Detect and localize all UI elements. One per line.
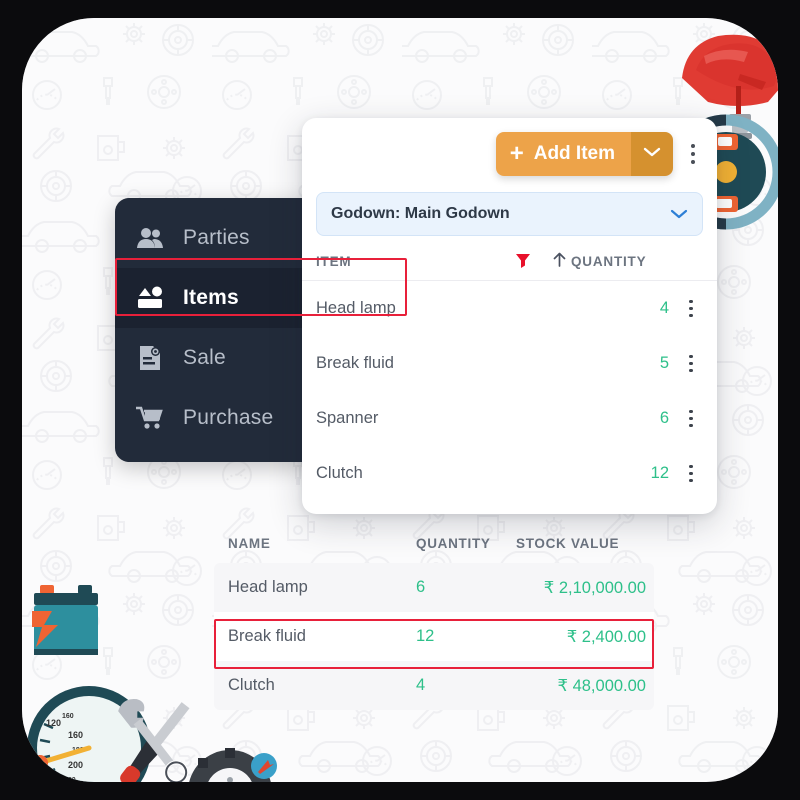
item-quantity: 6 xyxy=(659,409,669,427)
item-quantity: 5 xyxy=(659,354,669,372)
sidebar-item-label: Sale xyxy=(183,346,226,369)
item-quantity: 4 xyxy=(659,299,669,317)
item-name: Spanner xyxy=(316,409,379,427)
list-item[interactable]: Head lamp 4 xyxy=(302,281,717,336)
stock-cell-name: Clutch xyxy=(228,676,275,694)
godown-dropdown-value: Godown: Main Godown xyxy=(331,205,510,222)
stock-table-body: Head lamp 6 ₹ 2,10,000.00 Break fluid 12… xyxy=(214,563,654,710)
stock-header-name: NAME xyxy=(228,535,271,551)
arrow-up-icon xyxy=(553,252,566,270)
stock-cell-value: ₹ 2,10,000.00 xyxy=(543,578,646,597)
stock-cell-value: ₹ 48,000.00 xyxy=(557,676,647,695)
stock-table-header-row: NAME QUANTITY STOCK VALUE xyxy=(214,523,654,563)
stock-cell-value: ₹ 2,400.00 xyxy=(566,627,646,646)
table-row[interactable]: Break fluid 12 ₹ 2,400.00 xyxy=(214,612,654,661)
sidebar-item-label: Parties xyxy=(183,226,250,249)
stock-cell-quantity: 12 xyxy=(416,627,435,645)
stock-cell-quantity: 6 xyxy=(416,578,426,596)
row-overflow-menu-button[interactable] xyxy=(677,299,705,318)
add-item-button-main[interactable]: + Add Item xyxy=(495,132,631,176)
items-header-quantity-label: QUANTITY xyxy=(571,253,647,269)
stock-cell-quantity: 4 xyxy=(416,676,426,694)
items-box-icon xyxy=(135,283,165,313)
row-overflow-menu-button[interactable] xyxy=(677,409,705,428)
chevron-down-icon xyxy=(643,145,661,163)
list-item[interactable]: Break fluid 5 xyxy=(302,336,717,391)
list-item[interactable]: Clutch 12 xyxy=(302,446,717,501)
sidebar-item-label: Purchase xyxy=(183,406,274,429)
chevron-down-icon xyxy=(670,208,688,220)
invoice-icon xyxy=(135,343,165,373)
table-row[interactable]: Clutch 4 ₹ 48,000.00 xyxy=(214,661,654,710)
item-name: Head lamp xyxy=(316,299,396,317)
stock-table: NAME QUANTITY STOCK VALUE Head lamp 6 ₹ … xyxy=(214,523,654,710)
cart-icon xyxy=(135,403,165,433)
table-row[interactable]: Head lamp 6 ₹ 2,10,000.00 xyxy=(214,563,654,612)
plus-icon: + xyxy=(509,140,524,168)
stock-header-stock-value: STOCK VALUE xyxy=(516,535,620,551)
card-toolbar: + Add Item xyxy=(302,118,717,176)
sidebar-item-label: Items xyxy=(183,286,239,309)
items-header-item: ITEM xyxy=(316,253,352,269)
page-surface: 120 160 160 180 200 220 240 xyxy=(22,18,778,782)
godown-dropdown[interactable]: Godown: Main Godown xyxy=(316,192,703,236)
item-name: Break fluid xyxy=(316,354,394,372)
row-overflow-menu-button[interactable] xyxy=(677,464,705,483)
people-icon xyxy=(135,223,165,253)
filter-funnel-icon[interactable] xyxy=(493,253,553,269)
card-overflow-menu-button[interactable] xyxy=(681,137,705,171)
item-name: Clutch xyxy=(316,464,363,482)
items-panel-card: + Add Item Godown: Main Godown ITEM QUAN… xyxy=(302,118,717,514)
screenshot-root: 120 160 160 180 200 220 240 xyxy=(0,0,800,800)
add-item-label: Add Item xyxy=(533,143,615,164)
stock-cell-name: Break fluid xyxy=(228,627,306,645)
stock-header-quantity: QUANTITY xyxy=(416,535,491,551)
items-table-header-row: ITEM QUANTITY xyxy=(302,236,717,281)
row-overflow-menu-button[interactable] xyxy=(677,354,705,373)
item-quantity: 12 xyxy=(650,464,669,482)
add-item-dropdown-toggle[interactable] xyxy=(631,132,673,176)
stock-cell-name: Head lamp xyxy=(228,578,308,596)
add-item-button[interactable]: + Add Item xyxy=(495,132,673,176)
list-item[interactable]: Spanner 6 xyxy=(302,391,717,446)
items-header-quantity-sort[interactable]: QUANTITY xyxy=(553,252,703,270)
